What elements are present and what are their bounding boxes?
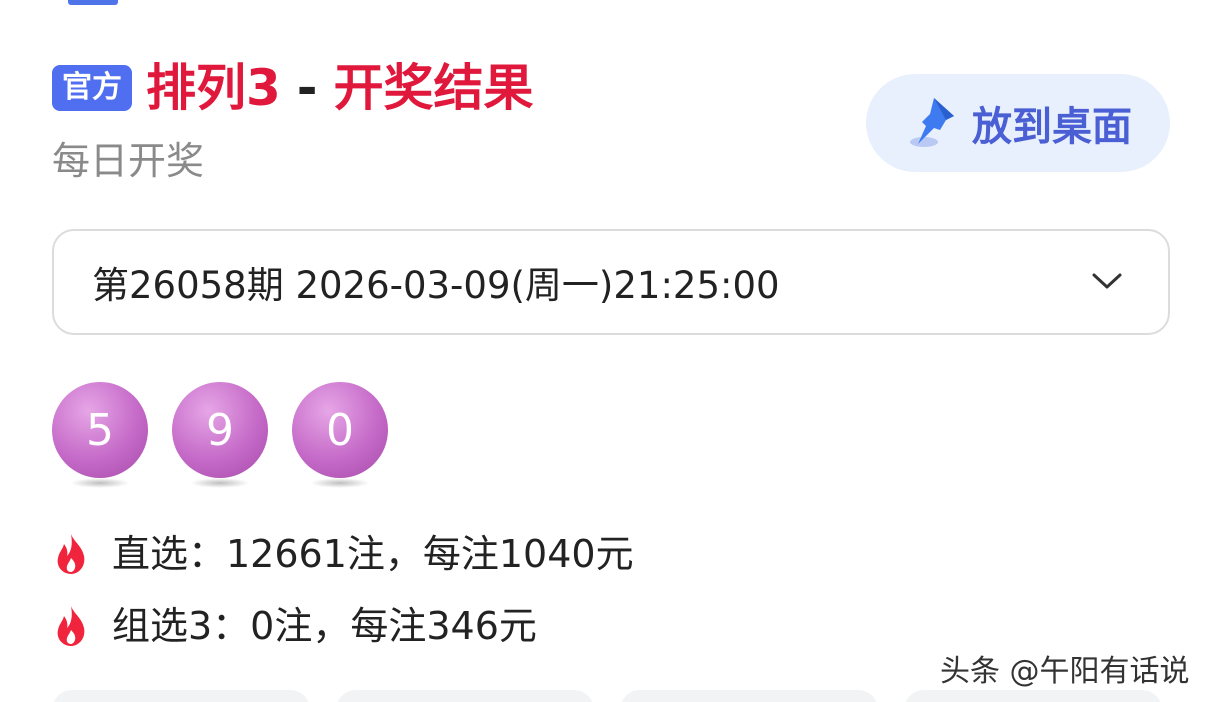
- title-sub: 开奖结果: [333, 59, 534, 117]
- pushpin-icon: [910, 98, 954, 147]
- prize-direct-text: 直选：12661注，每注1040元: [112, 532, 634, 576]
- bottom-tab-row: [52, 690, 1188, 702]
- bottom-tab[interactable]: [52, 690, 310, 702]
- page-title: 排列3- 开奖结果: [146, 58, 534, 118]
- winning-numbers: 5 9 0: [52, 382, 412, 492]
- prize-row-direct: 直选：12661注，每注1040元: [52, 530, 634, 578]
- chevron-down-icon: [1092, 273, 1122, 289]
- page-header: 官方 排列3- 开奖结果: [52, 58, 534, 118]
- number-ball-wrap: 9: [172, 382, 268, 492]
- fire-icon: [57, 606, 85, 646]
- prize-row-group3: 组选3：0注，每注346元: [52, 602, 537, 650]
- prize-group3-text: 组选3：0注，每注346元: [112, 604, 537, 648]
- watermark: 头条 @午阳有话说: [940, 654, 1190, 689]
- number-ball-wrap: 5: [52, 382, 148, 492]
- page-subtitle: 每日开奖: [52, 139, 205, 183]
- ball-shadow: [70, 478, 130, 488]
- top-tab-indicator: [68, 0, 118, 5]
- title-main: 排列3: [146, 59, 281, 117]
- add-to-desktop-button[interactable]: 放到桌面: [866, 74, 1170, 172]
- number-ball: 9: [172, 382, 268, 478]
- issue-dropdown[interactable]: 第26058期 2026-03-09(周一)21:25:00: [52, 229, 1170, 335]
- bottom-tab[interactable]: [620, 690, 878, 702]
- title-separator: -: [296, 59, 318, 117]
- number-ball-wrap: 0: [292, 382, 388, 492]
- number-ball: 5: [52, 382, 148, 478]
- issue-selected-value: 第26058期 2026-03-09(周一)21:25:00: [92, 264, 780, 307]
- fire-icon: [57, 534, 85, 574]
- ball-shadow: [310, 478, 370, 488]
- ball-shadow: [190, 478, 250, 488]
- add-to-desktop-label: 放到桌面: [972, 104, 1132, 150]
- number-ball: 0: [292, 382, 388, 478]
- bottom-tab[interactable]: [904, 690, 1162, 702]
- official-badge: 官方: [52, 65, 132, 111]
- bottom-tab[interactable]: [336, 690, 594, 702]
